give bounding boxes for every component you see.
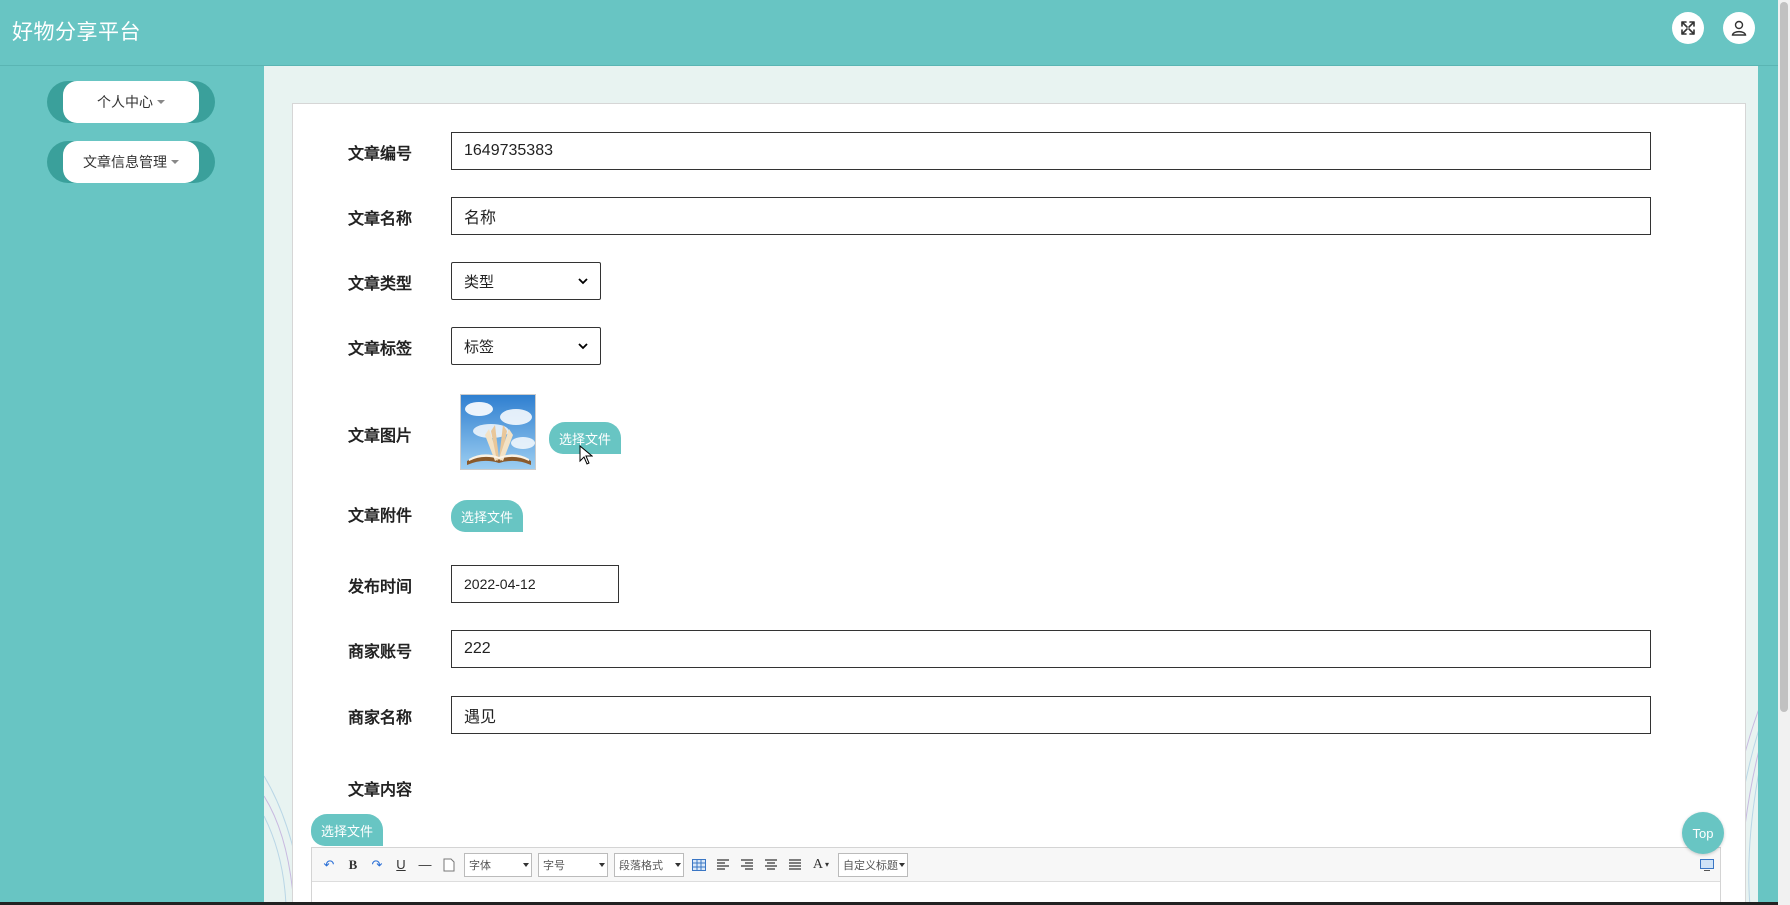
horizontal-rule-icon[interactable]: — <box>416 856 434 874</box>
sidebar: 个人中心 文章信息管理 <box>0 66 264 902</box>
article-content-choose-file-button[interactable]: 选择文件 <box>311 814 384 846</box>
align-justify-icon[interactable] <box>786 856 804 874</box>
main-area: 文章编号 1649735383 文章名称 名称 文章类型 类型 文章标签 标签 … <box>264 66 1758 902</box>
article-image-label: 文章图片 <box>348 428 413 445</box>
custom-title-combo[interactable]: 自定义标题 <box>838 852 908 877</box>
page-icon[interactable] <box>440 856 458 874</box>
article-attachment-label: 文章附件 <box>348 508 413 525</box>
back-to-top-button[interactable]: Top <box>1682 812 1724 854</box>
row-article-image: 文章图片 选择文件 <box>293 394 1745 474</box>
merchant-name-input[interactable]: 遇见 <box>451 696 1651 734</box>
publish-time-label: 发布时间 <box>348 579 413 596</box>
sidebar-item-article-management-inner[interactable]: 文章信息管理 <box>63 141 199 183</box>
page-scrollbar[interactable] <box>1778 0 1790 905</box>
sidebar-item-article-management[interactable]: 文章信息管理 <box>47 141 215 183</box>
article-image-thumbnail <box>460 394 536 470</box>
align-right-icon[interactable] <box>738 856 756 874</box>
article-tag-select[interactable]: 标签 <box>451 327 601 365</box>
user-icon <box>1731 20 1747 36</box>
caret-down-icon <box>171 160 179 164</box>
fullscreen-button[interactable] <box>1672 12 1704 44</box>
sidebar-item-label: 个人中心 <box>97 94 153 110</box>
underline-icon[interactable]: U <box>392 856 410 874</box>
sidebar-item-personal-center[interactable]: 个人中心 <box>47 81 215 123</box>
undo-icon[interactable]: ↶ <box>320 856 338 874</box>
article-name-label: 文章名称 <box>348 211 413 228</box>
book-image <box>461 395 535 469</box>
font-size-combo[interactable]: 字号 <box>538 852 608 877</box>
app-title: 好物分享平台 <box>12 21 141 44</box>
merchant-name-label: 商家名称 <box>348 710 413 727</box>
align-center-icon[interactable] <box>762 856 780 874</box>
rich-text-editor[interactable]: ↶ B ↷ U — 字体 字号 段落格式 A ▾ 自定义标题 <box>311 847 1721 902</box>
font-color-icon[interactable]: A ▾ <box>810 856 832 874</box>
merchant-account-input[interactable]: 222 <box>451 630 1651 668</box>
article-tag-value: 标签 <box>464 338 495 356</box>
table-icon[interactable] <box>690 856 708 874</box>
merchant-account-label: 商家账号 <box>348 644 413 661</box>
align-left-icon[interactable] <box>714 856 732 874</box>
bold-icon[interactable]: B <box>344 856 362 874</box>
article-form-card: 文章编号 1649735383 文章名称 名称 文章类型 类型 文章标签 标签 … <box>292 103 1746 902</box>
redo-icon[interactable]: ↷ <box>368 856 386 874</box>
scrollbar-thumb[interactable] <box>1780 2 1788 712</box>
sidebar-item-personal-center-inner[interactable]: 个人中心 <box>63 81 199 123</box>
article-content-label: 文章内容 <box>348 782 413 799</box>
preview-icon[interactable] <box>1698 856 1716 874</box>
caret-down-icon <box>157 100 165 104</box>
article-name-input[interactable]: 名称 <box>451 197 1651 235</box>
chevron-down-icon <box>578 278 588 285</box>
article-attachment-choose-file-button[interactable]: 选择文件 <box>451 500 524 532</box>
article-type-label: 文章类型 <box>348 276 413 293</box>
sidebar-item-label: 文章信息管理 <box>83 154 167 170</box>
article-image-choose-file-button[interactable]: 选择文件 <box>549 422 622 454</box>
font-family-combo[interactable]: 字体 <box>464 852 532 877</box>
article-type-value: 类型 <box>464 273 495 291</box>
chevron-down-icon <box>578 343 588 350</box>
article-tag-label: 文章标签 <box>348 341 413 358</box>
publish-time-input[interactable]: 2022-04-12 <box>451 565 619 603</box>
article-no-label: 文章编号 <box>348 146 413 163</box>
expand-icon <box>1681 21 1695 35</box>
top-header: 好物分享平台 <box>0 0 1778 66</box>
editor-toolbar: ↶ B ↷ U — 字体 字号 段落格式 A ▾ 自定义标题 <box>312 848 1720 882</box>
paragraph-format-combo[interactable]: 段落格式 <box>614 852 684 877</box>
user-menu-button[interactable] <box>1723 12 1755 44</box>
article-type-select[interactable]: 类型 <box>451 262 601 300</box>
article-no-input[interactable]: 1649735383 <box>451 132 1651 170</box>
